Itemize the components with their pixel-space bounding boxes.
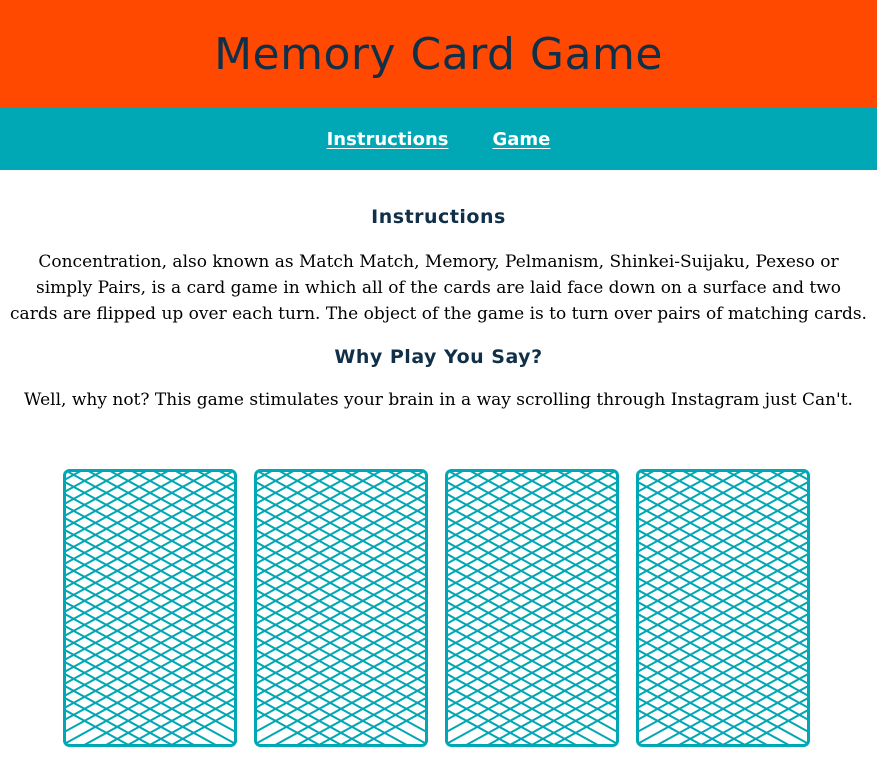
card-back-icon (636, 469, 810, 747)
why-play-text: Well, why not? This game stimulates your… (24, 390, 853, 410)
memory-card-1[interactable] (63, 469, 237, 747)
instructions-section: Instructions Concentration, also known a… (0, 170, 877, 413)
site-header: Memory Card Game (0, 0, 877, 108)
memory-card-2[interactable] (254, 469, 428, 747)
nav-link-game[interactable]: Game (492, 129, 550, 150)
memory-card-4[interactable] (636, 469, 810, 747)
card-grid (63, 469, 810, 747)
card-back-icon (445, 469, 619, 747)
card-back-icon (63, 469, 237, 747)
memory-card-3[interactable] (445, 469, 619, 747)
nav-link-instructions[interactable]: Instructions (327, 129, 449, 150)
instructions-text: Concentration, also known as Match Match… (10, 252, 867, 324)
page-title: Memory Card Game (214, 28, 663, 80)
instructions-heading: Instructions (371, 206, 506, 228)
card-back-icon (254, 469, 428, 747)
main-nav: Instructions Game (0, 108, 877, 170)
why-play-heading: Why Play You Say? (334, 346, 543, 368)
